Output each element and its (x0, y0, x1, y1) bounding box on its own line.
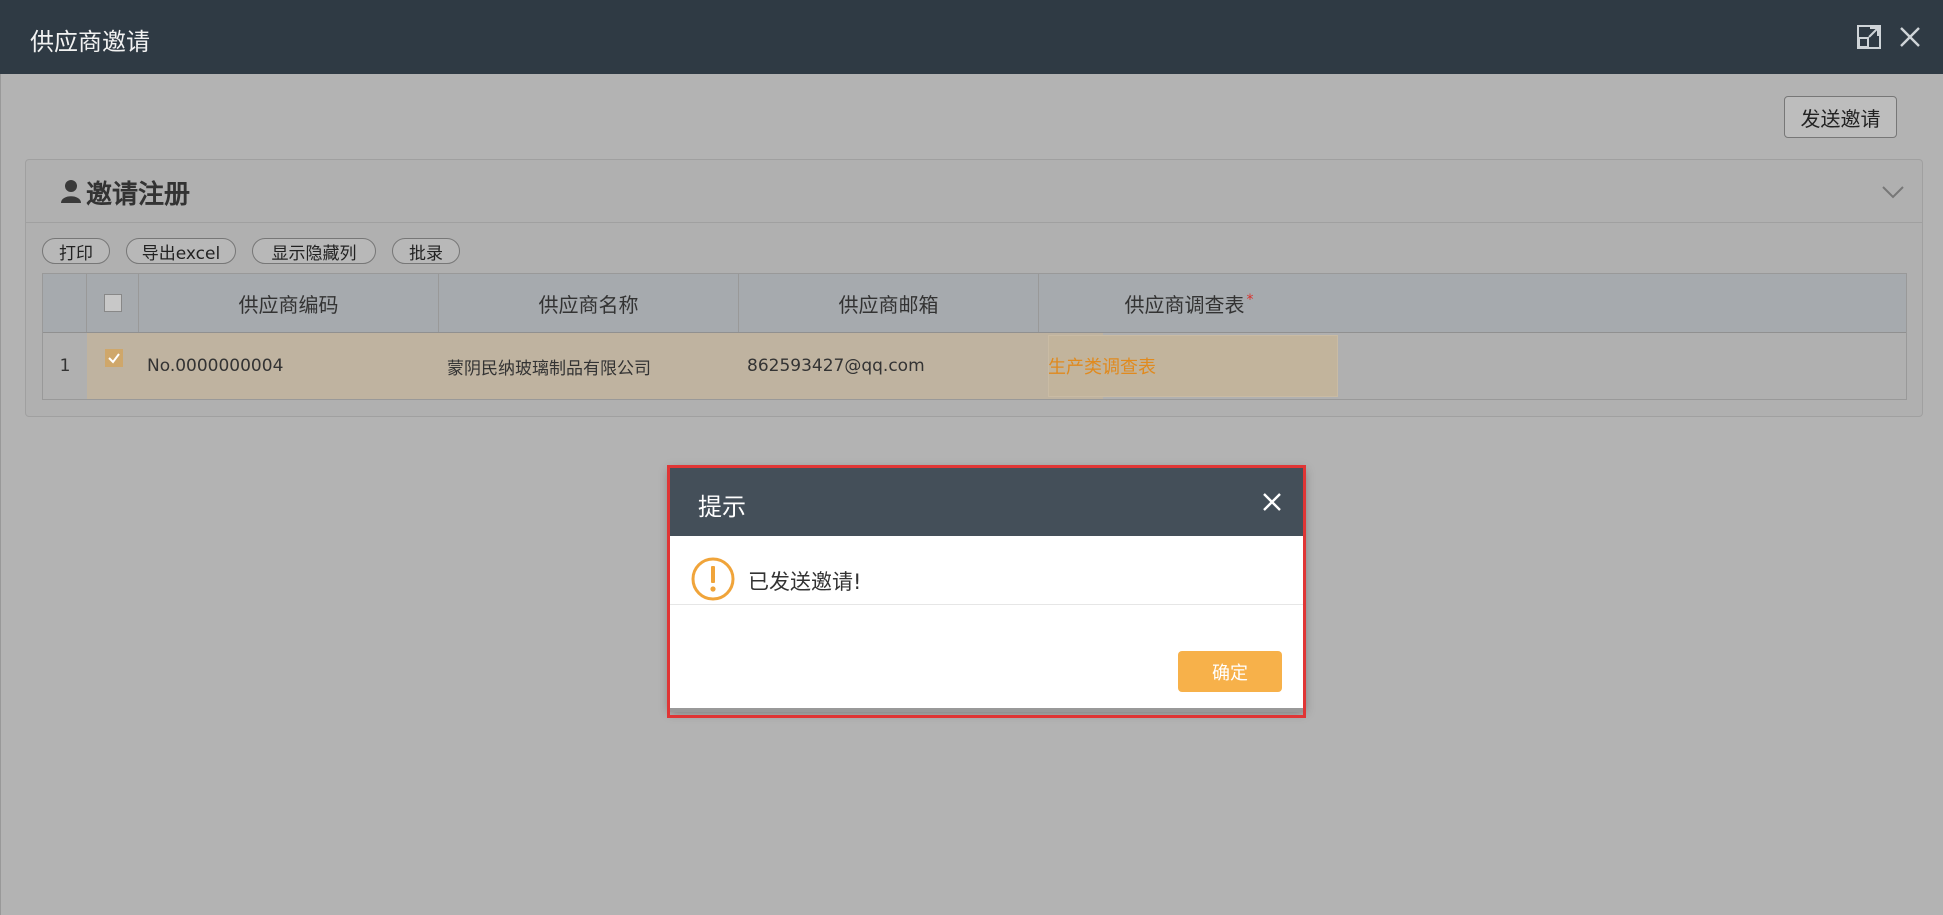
toggle-columns-button[interactable]: 显示隐藏列 (252, 238, 376, 264)
panel-header: 邀请注册 (26, 160, 1922, 223)
header-supplier-survey[interactable]: 供应商调查表 * (1039, 274, 1339, 332)
supplier-grid: 供应商编码 供应商名称 供应商邮箱 供应商调查表 * 1 No.000000000… (42, 273, 1907, 400)
row-checkbox[interactable] (105, 349, 123, 367)
maximize-icon[interactable] (1856, 24, 1882, 50)
send-invite-button[interactable]: 发送邀请 (1784, 96, 1897, 138)
window-title: 供应商邀请 (30, 28, 150, 56)
header-supplier-email[interactable]: 供应商邮箱 (739, 274, 1039, 332)
user-icon (61, 180, 81, 203)
header-supplier-code[interactable]: 供应商编码 (139, 274, 439, 332)
chevron-down-icon[interactable] (1881, 180, 1905, 204)
supplier-email: 862593427@qq.com (747, 356, 925, 376)
window-titlebar: 供应商邀请 (0, 0, 1943, 74)
header-checkbox-cell (87, 274, 139, 332)
survey-header-label: 供应商调查表 (1124, 292, 1245, 317)
close-icon[interactable] (1897, 24, 1923, 50)
panel-title: 邀请注册 (86, 180, 191, 210)
batch-entry-button[interactable]: 批录 (392, 238, 460, 264)
grid-header: 供应商编码 供应商名称 供应商邮箱 供应商调查表 * (43, 274, 1906, 333)
header-supplier-name[interactable]: 供应商名称 (439, 274, 739, 332)
table-row[interactable]: 1 No.0000000004 蒙阴民纳玻璃制品有限公司 862593427@q… (43, 333, 1906, 399)
check-icon (108, 353, 120, 364)
header-index (43, 274, 87, 332)
supplier-code: No.0000000004 (147, 356, 284, 376)
export-excel-button[interactable]: 导出excel (126, 238, 236, 264)
row-index: 1 (59, 356, 71, 376)
supplier-survey-link[interactable]: 生产类调查表 (1048, 333, 1338, 399)
invite-register-panel: 邀请注册 打印 导出excel 显示隐藏列 批录 供应商编码 供应商名称 供应商… (25, 159, 1923, 417)
print-button[interactable]: 打印 (42, 238, 110, 264)
select-all-checkbox[interactable] (103, 294, 122, 312)
supplier-name: 蒙阴民纳玻璃制品有限公司 (447, 358, 651, 379)
required-mark: * (1246, 292, 1254, 308)
dialog-highlight-outline (667, 465, 1306, 718)
